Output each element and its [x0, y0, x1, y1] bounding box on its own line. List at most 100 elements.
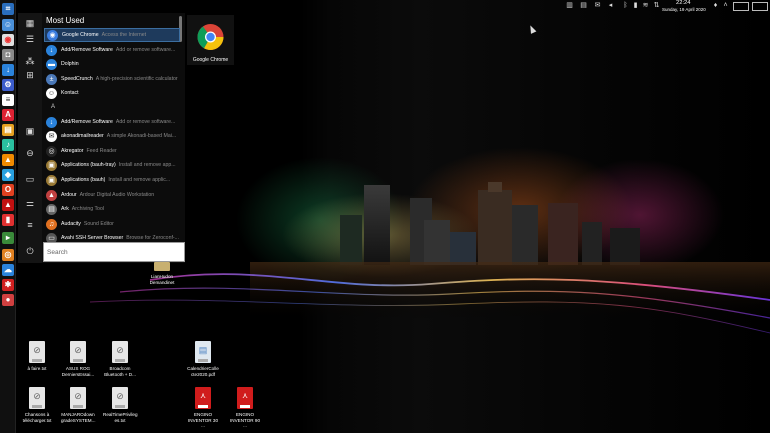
list-icon[interactable]: ☰: [24, 33, 36, 45]
chrome-icon[interactable]: ◉: [2, 34, 14, 46]
bauh-icon: ▣: [46, 159, 57, 171]
vlc-icon[interactable]: ▲: [2, 154, 14, 166]
file-name: LianHudon Demandinet: [149, 274, 175, 285]
app-name: Applications (bauh-tray): [61, 162, 116, 168]
terminal-icon[interactable]: ▸: [2, 232, 14, 244]
launcher-app-item[interactable]: ◎ Akregator Feed Reader: [44, 144, 180, 158]
chat-icon[interactable]: ☁: [2, 264, 14, 276]
launcher-app-item[interactable]: ▤ Ark Archiving Tool: [44, 202, 180, 216]
office-suite-icon[interactable]: O: [2, 184, 14, 196]
chevron-up-icon[interactable]: ˄: [722, 2, 729, 9]
text-file-icon: ⊘: [112, 387, 128, 409]
game-icon[interactable]: ✱: [2, 279, 14, 291]
pager-desktop-2[interactable]: [752, 2, 768, 11]
pager-desktop-1[interactable]: [733, 2, 749, 11]
desktop-file[interactable]: ⊘ RealTimePrivileg es.txt: [103, 387, 138, 423]
app-name: akonadimailreader: [61, 133, 104, 139]
app-name: Avahi SSH Server Browser: [61, 235, 124, 241]
launcher-app-item[interactable]: ± SpeedCrunch A high-precision scientific …: [44, 72, 180, 86]
link-icon[interactable]: ⊖: [24, 147, 36, 159]
section-letter-a: A: [51, 104, 56, 110]
battery-icon[interactable]: ▮: [632, 2, 639, 9]
favorites-icon[interactable]: ▦: [24, 17, 36, 29]
launcher-app-item[interactable]: ▣ Applications (bauh) Install and remove a…: [44, 173, 180, 187]
desktop-folder[interactable]: LianHudon Demandinet: [145, 262, 179, 285]
wifi-icon[interactable]: ≋: [642, 2, 649, 9]
apps-grid-icon[interactable]: ⊞: [24, 69, 36, 81]
app-name: Kontact: [61, 90, 79, 96]
app-description: Add or remove software...: [115, 47, 176, 53]
contacts-icon: ☺: [46, 87, 57, 99]
desktop-file[interactable]: ⊘ Broadcom Bluetooth + D...: [103, 341, 137, 377]
audio-icon: ♫: [46, 218, 57, 230]
filter-icon[interactable]: ⚌: [24, 197, 36, 209]
app-description: Access the Internet: [101, 32, 147, 38]
music-icon[interactable]: ♪: [2, 139, 14, 151]
sliders-icon[interactable]: ≡: [24, 219, 36, 231]
app-description: Archiving Tool: [71, 206, 104, 212]
app-description: Ardour Digital Audio Workstation: [79, 192, 155, 198]
app-launcher-icon[interactable]: ⌗: [2, 3, 14, 15]
clock-date[interactable]: Sunday, 19 April 2020: [662, 7, 706, 12]
app-description: Browse for Zeroconf-...: [126, 235, 179, 241]
app-name: SpeedCrunch: [61, 76, 93, 82]
launcher-app-item[interactable]: ◉ Google Chrome Access the Internet: [44, 28, 180, 42]
launcher-app-item[interactable]: ☺ Kontact: [44, 86, 180, 100]
pdf-icon: ⋏: [195, 387, 211, 409]
desktop-file[interactable]: ⋏ ENGINO INVENTOR 30 ...: [186, 387, 220, 429]
launcher-search-input[interactable]: Search: [43, 242, 185, 262]
feed-icon: ◎: [46, 145, 57, 157]
shopping-icon[interactable]: ▥: [566, 2, 573, 9]
download-icon[interactable]: ↓: [2, 64, 14, 76]
categories-icon[interactable]: ⁂: [24, 55, 36, 67]
desktop-file[interactable]: ⋏ ENGINO INVENTOR 90 ...: [228, 387, 262, 429]
terminal-small-icon[interactable]: ▭: [24, 173, 36, 185]
acrobat-icon[interactable]: ▲: [2, 199, 14, 211]
droplet-icon[interactable]: ♦: [712, 2, 719, 9]
office-icon[interactable]: ▤: [2, 124, 14, 136]
chrome-icon: [197, 24, 224, 50]
launcher-app-item[interactable]: ↓ Add/Remove Software Add or remove softwa…: [44, 115, 180, 129]
settings-icon[interactable]: ⚙: [2, 79, 14, 91]
pdf-viewer-icon[interactable]: A: [2, 109, 14, 121]
toolbox-icon[interactable]: ▮: [2, 214, 14, 226]
launcher-app-item[interactable]: ♫ Audacity Sound Editor: [44, 217, 180, 231]
file-name: ASUS ROG DerniersEssai...: [61, 366, 95, 377]
document-icon[interactable]: ≡: [2, 94, 14, 106]
ardour-icon: ▲: [46, 189, 57, 201]
launcher-app-item[interactable]: ▲ Ardour Ardour Digital Audio Workstation: [44, 188, 180, 202]
desktop-file[interactable]: ⊘ ASUS ROG DerniersEssai...: [61, 341, 95, 377]
mail-icon[interactable]: ✉: [594, 2, 601, 9]
user-icon[interactable]: ●: [2, 294, 14, 306]
app-preview-label: Google Chrome: [192, 57, 229, 63]
text-file-icon: ⊘: [29, 341, 45, 363]
clock-time[interactable]: 22:24: [676, 0, 691, 6]
calculator-icon: ±: [46, 73, 57, 85]
launcher-app-item[interactable]: ▣ Applications (bauh-tray) Install and rem…: [44, 158, 180, 172]
camera-icon[interactable]: ◘: [2, 49, 14, 61]
desktop-file[interactable]: ⊘ Chansons à télécharger.txt: [20, 387, 54, 423]
app-name: Add/Remove Software: [61, 47, 113, 53]
desktop-file[interactable]: ⊘ à faire.txt: [20, 341, 54, 372]
documents-icon[interactable]: ▣: [24, 125, 36, 137]
network-icon[interactable]: ⇅: [653, 2, 660, 9]
bluetooth-icon[interactable]: ᛒ: [622, 2, 629, 9]
text-file-icon: ⊘: [29, 387, 45, 409]
app-name: Add/Remove Software: [61, 119, 113, 125]
archive-icon: ▤: [46, 203, 57, 215]
chrome-icon: ◉: [47, 29, 58, 41]
launcher-section-title: Most Used: [46, 16, 85, 25]
file-name: RealTimePrivileg es.txt: [103, 412, 138, 423]
launcher-app-item[interactable]: ▬ Dolphin: [44, 57, 180, 71]
launcher-app-item[interactable]: ↓ Add/Remove Software Add or remove softwa…: [44, 43, 180, 57]
finder-icon[interactable]: ☺: [2, 19, 14, 31]
folder-icon: ▬: [46, 58, 57, 70]
desktop-file[interactable]: ▤ CalendrierColle cte2020.pdf: [186, 341, 220, 377]
power-icon[interactable]: ⏻: [24, 245, 36, 257]
notes-icon[interactable]: ▤: [580, 2, 587, 9]
desktop-file[interactable]: ⊘ MANJAROdown gradeSYSTEM...: [61, 387, 95, 423]
launcher-app-item[interactable]: ✉ akonadimailreader A simple Akonadi-based…: [44, 129, 180, 143]
system-icon[interactable]: ◎: [2, 249, 14, 261]
volume-icon[interactable]: ◂: [607, 2, 614, 9]
package-icon[interactable]: ◆: [2, 169, 14, 181]
